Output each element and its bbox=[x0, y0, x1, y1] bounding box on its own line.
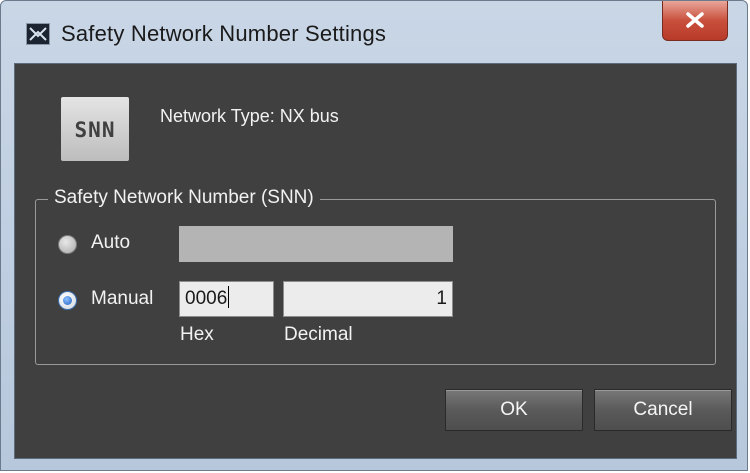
close-icon bbox=[686, 12, 704, 28]
hex-label: Hex bbox=[180, 324, 214, 345]
dialog-window: Safety Network Number Settings SNN Netwo… bbox=[0, 0, 748, 471]
decimal-label: Decimal bbox=[284, 324, 353, 345]
decimal-input[interactable]: 1 bbox=[283, 281, 453, 317]
manual-radio[interactable] bbox=[58, 291, 77, 310]
dialog-body: SNN Network Type: NX bus Safety Network … bbox=[14, 63, 737, 459]
ok-button[interactable]: OK bbox=[445, 389, 583, 431]
window-title: Safety Network Number Settings bbox=[61, 21, 387, 46]
auto-radio-label[interactable]: Auto bbox=[91, 232, 130, 254]
app-icon bbox=[26, 23, 50, 45]
auto-radio[interactable] bbox=[58, 235, 77, 254]
manual-radio-label[interactable]: Manual bbox=[91, 288, 153, 310]
close-button[interactable] bbox=[662, 1, 728, 41]
hex-input[interactable]: 0006 bbox=[179, 281, 274, 317]
network-type-label: Network Type: NX bus bbox=[160, 106, 339, 126]
auto-snn-field bbox=[179, 226, 453, 262]
text-caret bbox=[228, 286, 230, 308]
hex-input-value: 0006 bbox=[185, 288, 228, 309]
cancel-button[interactable]: Cancel bbox=[594, 389, 732, 431]
snn-logo-text: SNN bbox=[74, 118, 116, 142]
title-bar[interactable]: Safety Network Number Settings bbox=[1, 1, 747, 63]
snn-logo-icon: SNN bbox=[61, 97, 129, 161]
snn-group-legend: Safety Network Number (SNN) bbox=[48, 187, 320, 209]
